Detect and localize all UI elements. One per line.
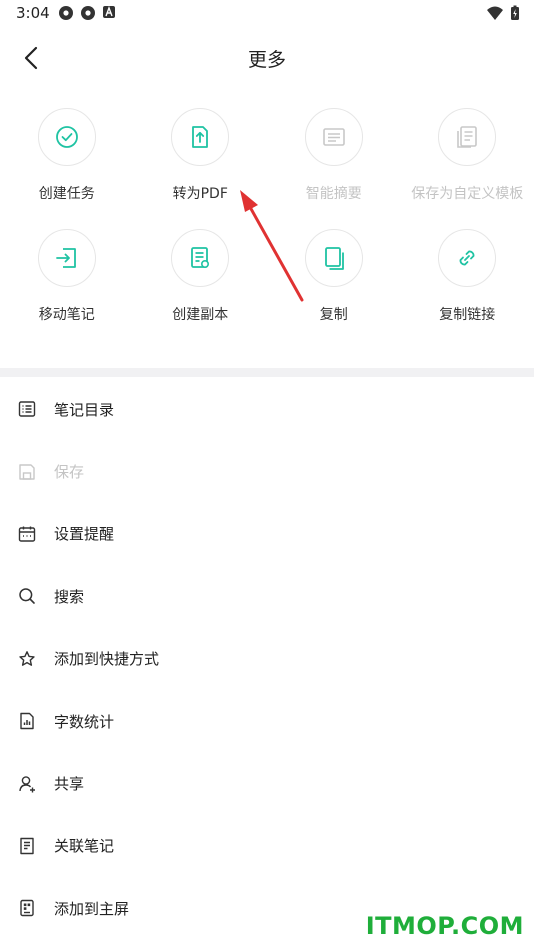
menu-item-label: 搜索: [54, 587, 85, 606]
battery-charging-icon: [511, 5, 519, 20]
convert-pdf-button[interactable]: 转为PDF: [134, 108, 268, 203]
grid-label: 创建任务: [38, 186, 95, 202]
watermark: ITMOP.COM: [365, 912, 524, 940]
copy-link-button[interactable]: 复制链接: [401, 229, 534, 324]
word-count-icon: [18, 712, 36, 730]
page-title: 更多: [247, 49, 286, 71]
grid-label: 移动笔记: [38, 307, 95, 323]
menu-item-label: 保存: [54, 463, 85, 482]
home-screen-icon: [18, 899, 36, 917]
settings-gear-icon: [81, 6, 95, 20]
grid-label: 转为PDF: [172, 186, 228, 202]
menu-item-label: 添加到快捷方式: [54, 650, 160, 669]
menu-item-label: 字数统计: [54, 712, 115, 731]
move-note-icon: [55, 248, 76, 268]
menu-item-label: 添加到主屏: [54, 899, 130, 918]
settings-gear-icon: [59, 6, 73, 20]
template-icon: [457, 126, 478, 148]
grid-label: 智能摘要: [305, 186, 362, 202]
menu-list: 笔记目录 保存 设置提醒 搜索 添加到快捷方式 字数统计 共享 关联笔记 添加到…: [0, 378, 534, 940]
star-icon: [18, 650, 36, 668]
menu-item-linked-notes[interactable]: 关联笔记: [0, 815, 534, 877]
menu-item-note-outline[interactable]: 笔记目录: [0, 378, 534, 440]
menu-item-share[interactable]: 共享: [0, 752, 534, 814]
file-export-icon: [192, 126, 209, 148]
menu-item-search[interactable]: 搜索: [0, 565, 534, 627]
header: 更多: [0, 36, 534, 80]
action-circle: [304, 229, 363, 287]
menu-item-label: 笔记目录: [54, 400, 115, 419]
summary-icon: [322, 128, 345, 146]
menu-item-label: 设置提醒: [54, 525, 115, 544]
move-note-button[interactable]: 移动笔记: [0, 229, 134, 324]
menu-item-label: 关联笔记: [54, 837, 115, 856]
action-circle: [438, 229, 497, 287]
check-circle-icon: [55, 126, 78, 148]
grid-label: 复制链接: [439, 307, 496, 323]
copy-button[interactable]: 复制: [267, 229, 401, 324]
duplicate-icon: [191, 247, 210, 269]
copy-icon: [324, 247, 344, 270]
status-bar: 3:04: [0, 0, 534, 28]
linked-note-icon: [18, 837, 36, 855]
create-task-button[interactable]: 创建任务: [0, 108, 134, 203]
action-circle: [37, 108, 96, 166]
menu-item-label: 共享: [54, 775, 85, 794]
search-icon: [18, 587, 36, 605]
a-badge-icon: [103, 6, 115, 18]
wifi-icon: [487, 6, 503, 20]
menu-item-save[interactable]: 保存: [0, 440, 534, 502]
save-icon: [18, 463, 36, 481]
action-grid: 创建任务 转为PDF 智能摘要 保存为自定义模板 移动笔记 创建副本 复制 复制…: [0, 108, 534, 324]
menu-item-add-shortcut[interactable]: 添加到快捷方式: [0, 628, 534, 690]
status-time: 3:04: [16, 4, 50, 22]
menu-item-word-count[interactable]: 字数统计: [0, 690, 534, 752]
menu-item-reminder[interactable]: 设置提醒: [0, 503, 534, 565]
link-icon: [459, 250, 475, 266]
action-circle: [304, 108, 363, 166]
action-circle: [438, 108, 497, 166]
calendar-icon: [18, 525, 36, 543]
grid-label: 复制: [319, 307, 348, 323]
status-notification-icons: [58, 5, 116, 21]
grid-label: 保存为自定义模板: [411, 186, 524, 202]
section-divider: [0, 368, 534, 377]
share-user-icon: [18, 775, 36, 793]
grid-label: 创建副本: [172, 307, 229, 323]
smart-summary-button[interactable]: 智能摘要: [267, 108, 401, 203]
action-circle: [171, 229, 230, 287]
action-circle: [37, 229, 96, 287]
status-system-icons: [486, 5, 520, 21]
list-icon: [18, 400, 36, 418]
create-copy-button[interactable]: 创建副本: [134, 229, 268, 324]
action-circle: [171, 108, 230, 166]
save-template-button[interactable]: 保存为自定义模板: [401, 108, 534, 203]
